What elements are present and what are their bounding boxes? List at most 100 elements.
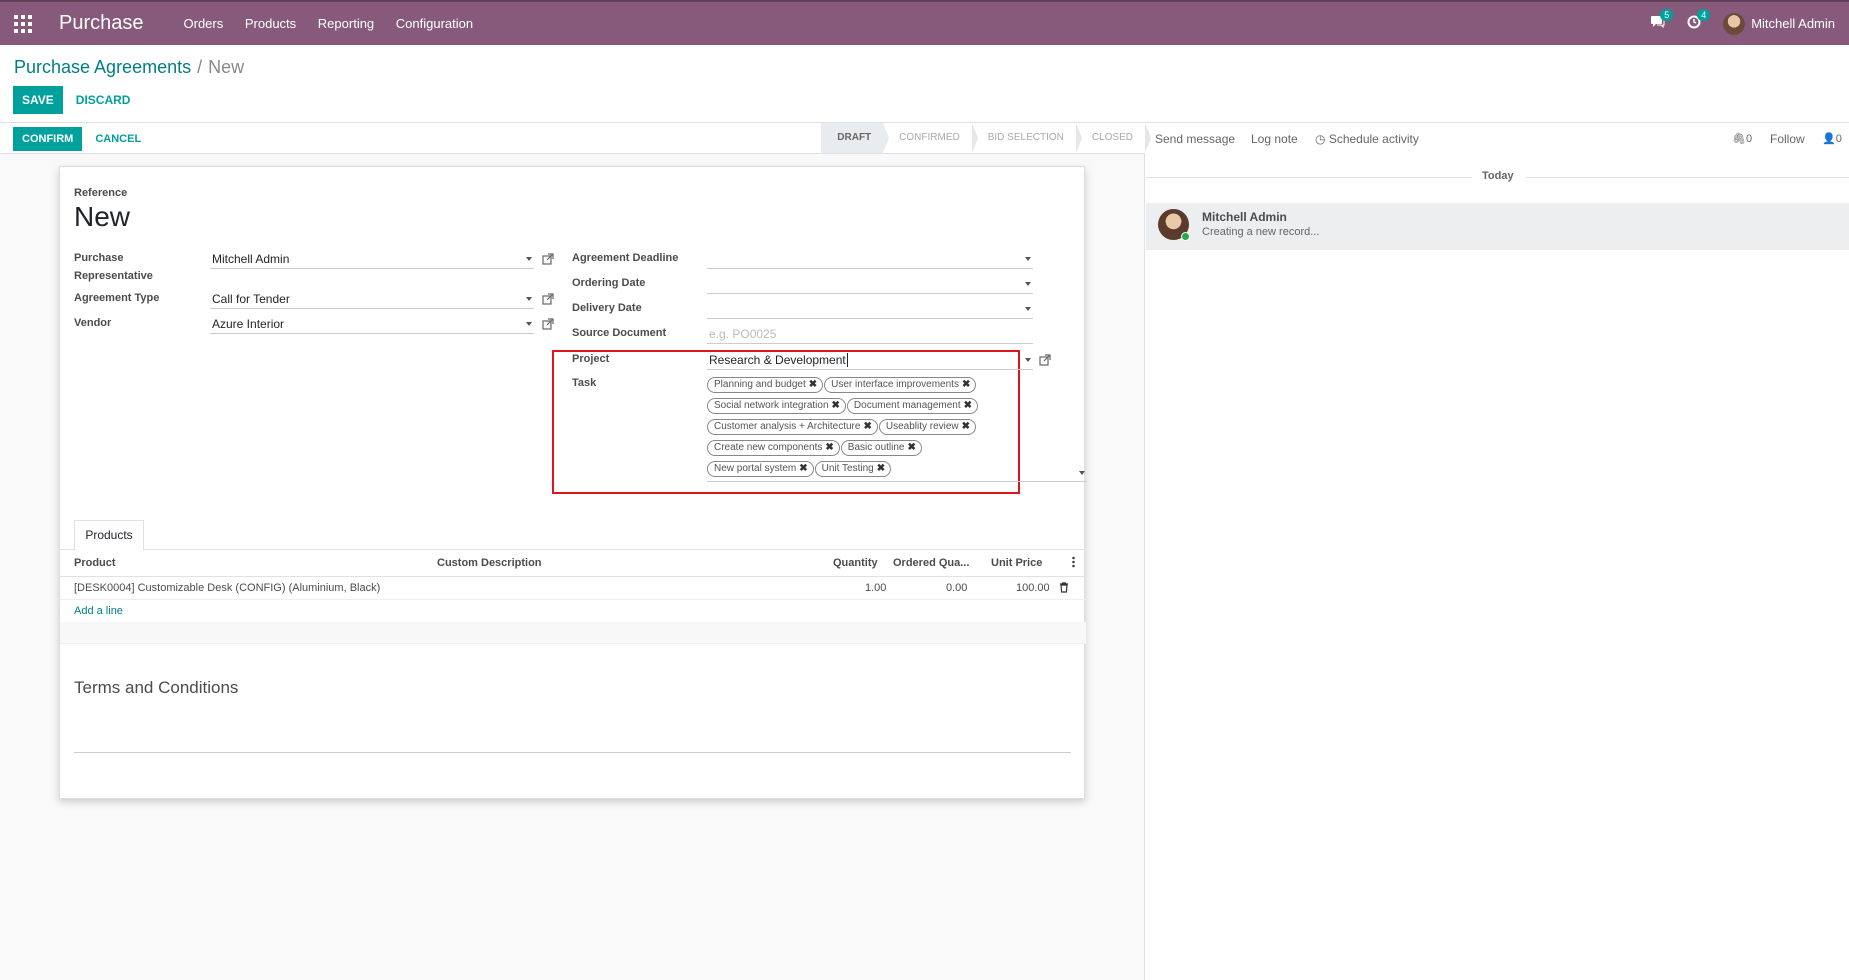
attachments-count: 0 (1745, 133, 1753, 145)
menu-configuration[interactable]: Configuration (396, 16, 473, 31)
terms-input[interactable] (74, 752, 1071, 753)
stage-draft[interactable]: DRAFT (821, 123, 890, 153)
delivery-date-label: Delivery Date (572, 302, 642, 314)
remove-tag-icon[interactable]: ✖ (825, 442, 833, 453)
row-quantity: 1.00 (865, 582, 887, 594)
user-menu[interactable]: Mitchell Admin (1723, 12, 1835, 35)
source-document-field[interactable]: e.g. PO0025 (707, 325, 1033, 344)
chevron-down-icon[interactable] (1025, 358, 1031, 362)
paperclip-icon: 🖇 (1732, 133, 1746, 145)
remove-tag-icon[interactable]: ✖ (962, 379, 970, 390)
agreement-type-field[interactable]: Call for Tender (210, 290, 534, 309)
chevron-down-icon[interactable] (526, 322, 532, 326)
external-link-icon[interactable] (1039, 354, 1051, 366)
task-tag: Useablity review ✖ (878, 419, 977, 435)
remove-tag-icon[interactable]: ✖ (863, 421, 871, 432)
user-name: Mitchell Admin (1751, 16, 1835, 31)
save-button[interactable]: SAVE (13, 86, 63, 114)
source-document-placeholder: e.g. PO0025 (709, 327, 777, 341)
vendor-label: Vendor (74, 317, 112, 329)
task-tag: New portal system ✖ (707, 461, 814, 477)
app-title[interactable]: Purchase (59, 12, 144, 35)
purchase-rep-label-line2: Representative (74, 270, 153, 282)
table-row[interactable]: [DESK0004] Customizable Desk (CONFIG) (A… (60, 577, 1086, 600)
chevron-down-icon[interactable] (1025, 282, 1031, 286)
task-tag: Basic outline ✖ (840, 440, 922, 456)
task-tag-label: User interface improvements (831, 379, 959, 390)
chevron-down-icon[interactable] (1079, 471, 1085, 475)
external-link-icon[interactable] (542, 293, 554, 305)
ordering-date-field[interactable] (707, 275, 1033, 294)
menu-products[interactable]: Products (245, 16, 296, 31)
external-link-icon[interactable] (542, 253, 554, 265)
stage-confirmed[interactable]: CONFIRMED (883, 123, 978, 153)
discard-button[interactable]: DISCARD (67, 86, 140, 114)
col-ordered-quantity[interactable]: Ordered Qua... (893, 557, 969, 569)
breadcrumb-current: New (208, 57, 245, 77)
separator-line-left (1146, 177, 1472, 178)
agreement-deadline-field[interactable] (707, 250, 1033, 269)
col-quantity[interactable]: Quantity (833, 557, 878, 569)
messages-icon[interactable]: 5 (1650, 8, 1674, 33)
col-product[interactable]: Product (74, 557, 116, 569)
col-description[interactable]: Custom Description (437, 557, 542, 569)
chevron-down-icon[interactable] (1025, 257, 1031, 261)
remove-tag-icon[interactable]: ✖ (877, 463, 885, 474)
form-sheet: Reference New Purchase Representative Mi… (59, 166, 1087, 799)
task-tag: Unit Testing ✖ (814, 461, 892, 477)
agreement-type-label: Agreement Type (74, 292, 160, 304)
status-bar: CONFIRM CANCEL DRAFT CONFIRMED BID SELEC… (0, 123, 1152, 154)
task-tag: Create new components ✖ (707, 440, 840, 456)
confirm-button[interactable]: CONFIRM (13, 127, 83, 151)
delivery-date-field[interactable] (707, 300, 1033, 319)
purchase-rep-label-line1: Purchase (74, 252, 124, 264)
trash-icon[interactable] (1059, 582, 1069, 596)
task-tag-label: Document management (853, 400, 961, 411)
remove-tag-icon[interactable]: ✖ (908, 442, 916, 453)
date-label: Today (1482, 170, 1514, 182)
breadcrumb-parent[interactable]: Purchase Agreements (14, 57, 191, 77)
task-tag: Document management ✖ (846, 398, 979, 414)
stage-pipeline: DRAFT CONFIRMED BID SELECTION CLOSED (821, 123, 1152, 153)
schedule-activity-button[interactable]: ◷ Schedule activity (1315, 132, 1419, 146)
add-line-link[interactable]: Add a line (74, 605, 123, 617)
project-field[interactable]: Research & Development (707, 351, 1033, 370)
remove-tag-icon[interactable]: ✖ (809, 379, 817, 390)
task-tag: User interface improvements ✖ (824, 377, 977, 393)
vendor-field[interactable]: Azure Interior (210, 315, 534, 334)
online-status-icon (1181, 232, 1190, 241)
message-body: Creating a new record... (1202, 226, 1320, 238)
chevron-down-icon[interactable] (526, 257, 532, 261)
column-options-icon[interactable] (1072, 556, 1075, 571)
send-message-button[interactable]: Send message (1155, 132, 1235, 146)
attachments-button[interactable]: 🖇0 (1732, 132, 1752, 145)
menu-reporting[interactable]: Reporting (318, 16, 374, 31)
log-note-button[interactable]: Log note (1251, 132, 1298, 146)
col-unit-price[interactable]: Unit Price (991, 557, 1042, 569)
chatter-message: Mitchell Admin Creating a new record... (1146, 203, 1849, 250)
remove-tag-icon[interactable]: ✖ (964, 400, 972, 411)
remove-tag-icon[interactable]: ✖ (832, 400, 840, 411)
apps-grid-icon[interactable] (13, 14, 33, 34)
message-author[interactable]: Mitchell Admin (1202, 210, 1287, 224)
stage-bid-selection[interactable]: BID SELECTION (972, 123, 1083, 153)
follow-button[interactable]: Follow (1770, 132, 1805, 146)
menu-orders[interactable]: Orders (184, 16, 224, 31)
stage-closed[interactable]: CLOSED (1076, 123, 1152, 153)
tab-products[interactable]: Products (74, 520, 144, 551)
remove-tag-icon[interactable]: ✖ (799, 463, 807, 474)
chatter-topbar: Send message Log note ◷ Schedule activit… (1146, 123, 1849, 154)
chevron-down-icon[interactable] (1025, 307, 1031, 311)
table-header: Product Custom Description Quantity Orde… (60, 550, 1086, 577)
task-tags-field[interactable]: Planning and budget ✖ User interface impro… (707, 375, 1087, 482)
reference-label: Reference (74, 187, 128, 199)
task-tag-label: Useablity review (885, 421, 959, 432)
remove-tag-icon[interactable]: ✖ (962, 421, 970, 432)
purchase-rep-field[interactable]: Mitchell Admin (210, 250, 534, 269)
systray: 5 4 Mitchell Admin (1650, 2, 1835, 45)
followers-button[interactable]: 👤0 (1822, 132, 1842, 145)
activity-clock-icon[interactable]: 4 (1687, 8, 1711, 33)
cancel-button[interactable]: CANCEL (86, 127, 150, 151)
external-link-icon[interactable] (542, 318, 554, 330)
chevron-down-icon[interactable] (526, 297, 532, 301)
